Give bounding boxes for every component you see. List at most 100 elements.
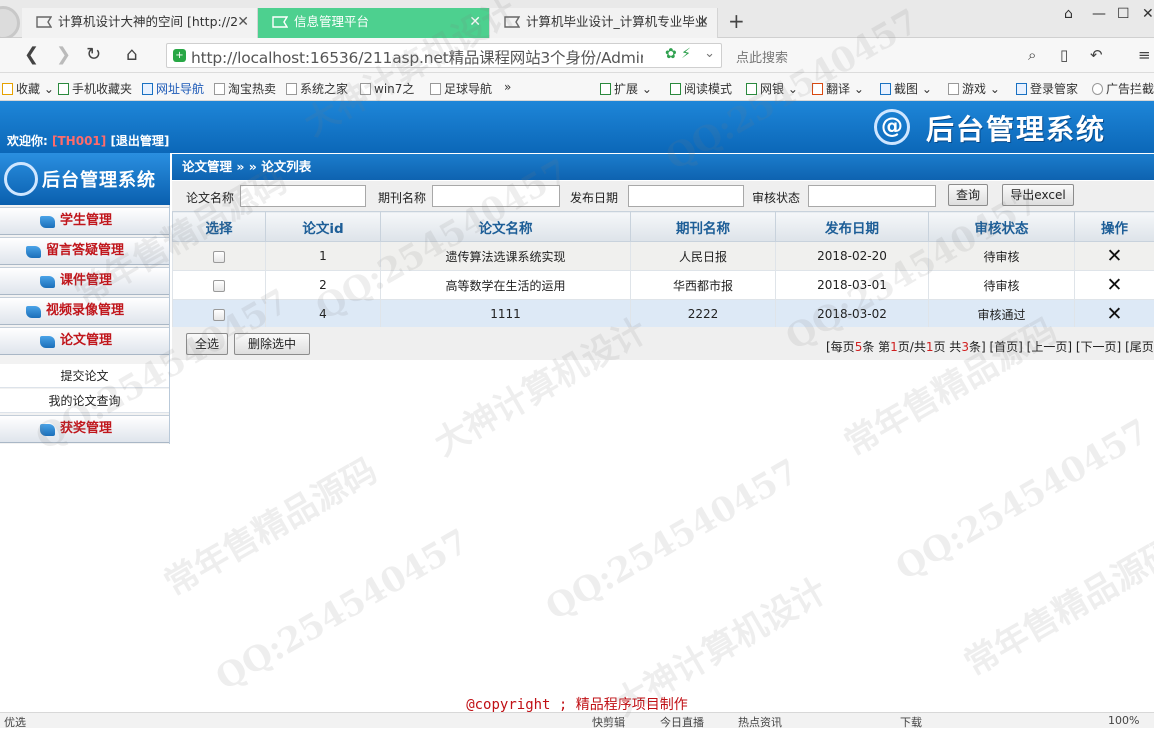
back-icon[interactable]: ❮ (24, 44, 39, 65)
cell-name: 高等数学在生活的运用 (381, 271, 631, 300)
menu-awards[interactable]: 获奖管理 (0, 415, 169, 443)
forward-icon[interactable]: ❯ (56, 44, 71, 65)
new-tab-button[interactable]: + (728, 9, 745, 33)
table-row: 4 1111 2222 2018-03-02 审核通过 ✕ (173, 300, 1154, 329)
bookmark-label: 游戏 (962, 82, 986, 96)
close-icon[interactable]: ✕ (469, 8, 481, 36)
bookmark-taobao[interactable]: 淘宝热卖 (214, 80, 276, 97)
filter-label-paper-name: 论文名称 (186, 189, 234, 206)
watermark-text: 常年售精品源码 (154, 444, 385, 605)
flag-icon (272, 16, 288, 28)
phone-icon[interactable]: ▯ (1060, 46, 1068, 64)
tab-title: 计算机毕业设计_计算机专业毕业 (526, 14, 707, 29)
bookmark-mobile[interactable]: 手机收藏夹 (58, 80, 132, 97)
undo-icon[interactable]: ↶ (1090, 46, 1103, 64)
status-zoom[interactable]: 100% (1108, 714, 1139, 727)
maximize-icon[interactable]: ☐ (1117, 6, 1130, 22)
menu-label: 视频录像管理 (46, 298, 124, 324)
delete-icon[interactable]: ✕ (1107, 274, 1123, 296)
delete-icon[interactable]: ✕ (1107, 303, 1123, 325)
bookmark-favorites[interactable]: 收藏 ⌄ (2, 80, 54, 97)
delete-icon[interactable]: ✕ (1107, 245, 1123, 267)
scissors-icon (880, 83, 891, 95)
bookmark-football[interactable]: 足球导航 (430, 80, 492, 97)
bookmark-label: 扩展 (614, 82, 638, 96)
close-icon[interactable]: ✕ (237, 8, 249, 36)
bookmark-translate[interactable]: 翻译 ⌄ (812, 80, 864, 97)
close-icon[interactable]: ✕ (697, 8, 709, 36)
pager-next[interactable]: [下一页] (1076, 340, 1121, 354)
filter-bar: 论文名称 期刊名称 发布日期 审核状态 查询 导出excel (172, 181, 1154, 211)
flag-icon (36, 16, 52, 28)
menu-paper-management[interactable]: 论文管理 (0, 327, 169, 355)
pager-prev[interactable]: [上一页] (1027, 340, 1072, 354)
menu-icon (40, 424, 55, 436)
publish-date-input[interactable] (628, 185, 744, 207)
review-status-input[interactable] (808, 185, 936, 207)
pager-first[interactable]: [首页] (989, 340, 1022, 354)
flag-icon (504, 16, 520, 28)
select-all-button[interactable]: 全选 (186, 333, 228, 355)
search-hint[interactable]: 点此搜索 (736, 47, 788, 66)
welcome-prefix: 欢迎你: (7, 134, 48, 148)
bookmark-xitong[interactable]: 系统之家 (286, 80, 348, 97)
translate-icon (812, 83, 823, 95)
menu-icon (26, 306, 41, 318)
table-row: 1 遗传算法选课系统实现 人民日报 2018-02-20 待审核 ✕ (173, 242, 1154, 271)
submenu-my-papers[interactable]: 我的论文查询 (0, 389, 169, 413)
speed-mode-icon[interactable]: ✿ ⚡ (665, 46, 691, 62)
skin-icon[interactable]: ⌂ (1064, 6, 1073, 22)
tab-info-platform[interactable]: 信息管理平台 ✕ (258, 8, 490, 38)
row-checkbox[interactable] (213, 251, 225, 263)
bookmark-screenshot[interactable]: 截图 ⌄ (880, 80, 932, 97)
paper-name-input[interactable] (240, 185, 366, 207)
sidebar-banner-title: 后台管理系统 (42, 166, 156, 192)
home-icon[interactable]: ⌂ (126, 44, 137, 65)
menu-label: 课件管理 (60, 268, 112, 294)
bookmark-login[interactable]: 登录管家 (1016, 80, 1078, 97)
bookmark-games[interactable]: 游戏 ⌄ (948, 80, 1000, 97)
menu-video[interactable]: 视频录像管理 (0, 297, 169, 325)
menu-student-management[interactable]: 学生管理 (0, 207, 169, 235)
sidebar-banner: 后台管理系统 (0, 153, 170, 205)
journal-name-input[interactable] (432, 185, 560, 207)
bookmark-more[interactable]: » (504, 80, 511, 94)
export-excel-button[interactable]: 导出excel (1002, 184, 1074, 206)
submenu-submit-paper[interactable]: 提交论文 (0, 364, 169, 388)
browser-status-bar: 优选 快剪辑 今日直播 热点资讯 下载 100% (0, 712, 1154, 728)
secure-shield-icon: + (173, 49, 186, 62)
bookmark-win7[interactable]: win7之 (360, 80, 414, 97)
tab-title: 计算机设计大神的空间 [http://2 (58, 14, 238, 29)
minimize-icon[interactable]: — (1092, 6, 1106, 22)
system-logo-icon: @ (874, 109, 910, 145)
menu-message-qa[interactable]: 留言答疑管理 (0, 237, 169, 265)
url-text[interactable]: http://localhost:16536/211asp.net精品课程网站3… (191, 46, 643, 68)
reload-icon[interactable]: ↻ (86, 44, 101, 65)
browser-logo-icon[interactable] (0, 6, 20, 40)
bookmark-extensions[interactable]: 扩展 ⌄ (600, 80, 652, 97)
menu-icon[interactable]: ≡ (1138, 46, 1151, 64)
user-id: [TH001] (52, 134, 106, 148)
tab-qzone[interactable]: 计算机设计大神的空间 [http://2 ✕ (22, 8, 258, 38)
bookmark-reader[interactable]: 阅读模式 (670, 80, 732, 97)
pager-last[interactable]: [尾页] (1125, 340, 1154, 354)
bookmark-bank[interactable]: 网银 ⌄ (746, 80, 798, 97)
search-icon[interactable]: ⌕ (1028, 46, 1036, 64)
bookmark-nav[interactable]: 网址导航 (142, 80, 204, 97)
address-bar[interactable]: + http://localhost:16536/211asp.net精品课程网… (166, 43, 722, 68)
chevron-down-icon[interactable]: ⌄ (704, 46, 715, 61)
menu-courseware[interactable]: 课件管理 (0, 267, 169, 295)
row-checkbox[interactable] (213, 309, 225, 321)
menu-label: 论文管理 (60, 328, 112, 354)
welcome-text: 欢迎你: [TH001] [退出管理] (7, 132, 169, 149)
row-checkbox[interactable] (213, 280, 225, 292)
bookmark-adblock[interactable]: 广告拦截 (1092, 80, 1154, 97)
close-window-icon[interactable]: ✕ (1142, 6, 1154, 22)
delete-selected-button[interactable]: 删除选中 (234, 333, 310, 355)
logout-link[interactable]: [退出管理] (110, 134, 169, 148)
bookmark-label: 手机收藏夹 (72, 82, 132, 96)
bookmark-label: 收藏 (16, 82, 40, 96)
breadcrumb: 论文管理 » » 论文列表 (172, 154, 1154, 180)
tab-graduation-design[interactable]: 计算机毕业设计_计算机专业毕业 ✕ (490, 8, 718, 38)
query-button[interactable]: 查询 (948, 184, 988, 206)
